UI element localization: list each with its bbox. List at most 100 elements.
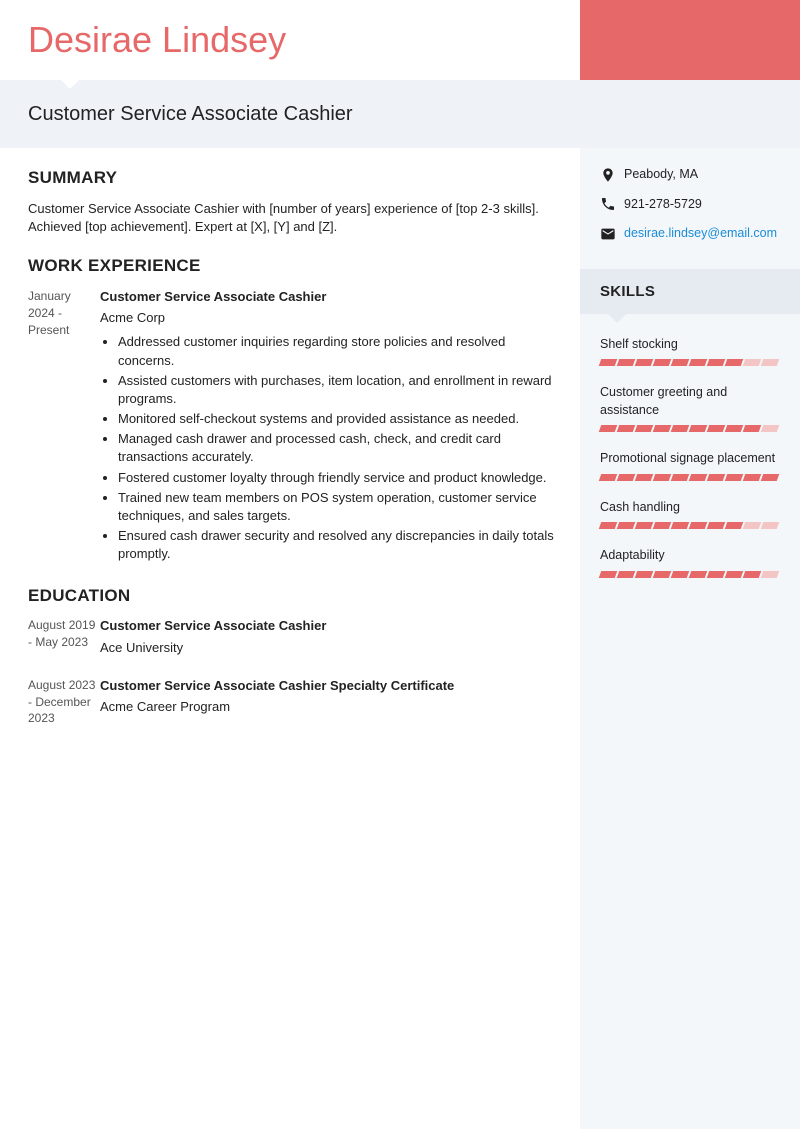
summary-heading: SUMMARY	[28, 166, 562, 190]
education-list: August 2019 - May 2023Customer Service A…	[28, 617, 562, 727]
summary-text: Customer Service Associate Cashier with …	[28, 200, 562, 236]
skill-segment	[725, 474, 744, 481]
work-bullet: Fostered customer loyalty through friend…	[118, 469, 562, 487]
email-row: desirae.lindsey@email.com	[600, 225, 782, 243]
skill-segment	[743, 522, 762, 529]
name-block: Desirae Lindsey	[0, 0, 580, 80]
skill-segment	[707, 474, 726, 481]
skill-segment	[635, 425, 654, 432]
work-entry: January 2024 - PresentCustomer Service A…	[28, 288, 562, 566]
skill-segment	[707, 359, 726, 366]
work-bullet: Assisted customers with purchases, item …	[118, 372, 562, 408]
skill-segment	[725, 425, 744, 432]
skill-segment	[671, 425, 690, 432]
skill-name: Adaptability	[600, 547, 780, 565]
accent-block	[580, 0, 800, 80]
phone-text: 921-278-5729	[624, 196, 702, 214]
skill-segment	[761, 359, 780, 366]
skill-item: Cash handling	[600, 499, 780, 530]
work-bullet: Ensured cash drawer security and resolve…	[118, 527, 562, 563]
skill-name: Promotional signage placement	[600, 450, 780, 468]
skill-segment	[761, 425, 780, 432]
location-icon	[600, 167, 616, 183]
skill-segment	[725, 522, 744, 529]
job-title-bar: Customer Service Associate Cashier	[0, 80, 800, 148]
skill-segment	[617, 425, 636, 432]
work-bullet: Trained new team members on POS system o…	[118, 489, 562, 525]
phone-icon	[600, 196, 616, 212]
skill-segment	[707, 425, 726, 432]
education-org: Acme Career Program	[100, 698, 562, 716]
skill-segment	[617, 522, 636, 529]
skill-segment	[599, 571, 618, 578]
skill-segment	[617, 474, 636, 481]
skill-segment	[743, 425, 762, 432]
full-name: Desirae Lindsey	[28, 15, 580, 65]
skill-name: Shelf stocking	[600, 336, 780, 354]
skill-item: Promotional signage placement	[600, 450, 780, 481]
education-title: Customer Service Associate Cashier Speci…	[100, 677, 562, 695]
skill-bar	[600, 359, 780, 366]
work-bullet: Addressed customer inquiries regarding s…	[118, 333, 562, 369]
skill-item: Adaptability	[600, 547, 780, 578]
skill-segment	[725, 571, 744, 578]
skill-segment	[689, 522, 708, 529]
skill-segment	[617, 571, 636, 578]
skill-segment	[617, 359, 636, 366]
skill-segment	[635, 474, 654, 481]
education-heading: EDUCATION	[28, 584, 562, 608]
location-row: Peabody, MA	[600, 166, 782, 184]
skill-segment	[761, 571, 780, 578]
education-org: Ace University	[100, 639, 562, 657]
skills-list: Shelf stocking Customer greeting and assi…	[580, 314, 800, 1129]
skill-bar	[600, 474, 780, 481]
skill-name: Customer greeting and assistance	[600, 384, 780, 419]
education-date: August 2019 - May 2023	[28, 617, 100, 662]
skill-segment	[653, 522, 672, 529]
skill-bar	[600, 571, 780, 578]
work-title: Customer Service Associate Cashier	[100, 288, 562, 306]
skill-segment	[671, 522, 690, 529]
skill-segment	[707, 522, 726, 529]
skill-segment	[707, 571, 726, 578]
sidebar: Peabody, MA 921-278-5729 desirae.lindsey…	[580, 148, 800, 1129]
skill-segment	[635, 571, 654, 578]
skill-segment	[761, 522, 780, 529]
skill-segment	[653, 359, 672, 366]
skill-segment	[599, 474, 618, 481]
location-text: Peabody, MA	[624, 166, 698, 184]
skill-name: Cash handling	[600, 499, 780, 517]
education-entry: August 2023 - December 2023Customer Serv…	[28, 677, 562, 727]
skill-segment	[635, 522, 654, 529]
work-list: January 2024 - PresentCustomer Service A…	[28, 288, 562, 566]
education-entry: August 2019 - May 2023Customer Service A…	[28, 617, 562, 662]
skill-segment	[599, 522, 618, 529]
education-date: August 2023 - December 2023	[28, 677, 100, 727]
job-title: Customer Service Associate Cashier	[28, 103, 353, 125]
skill-item: Customer greeting and assistance	[600, 384, 780, 432]
email-icon	[600, 226, 616, 242]
phone-row: 921-278-5729	[600, 196, 782, 214]
skill-segment	[653, 571, 672, 578]
work-date: January 2024 - Present	[28, 288, 100, 566]
skill-segment	[635, 359, 654, 366]
contact-block: Peabody, MA 921-278-5729 desirae.lindsey…	[580, 148, 800, 269]
skill-segment	[671, 474, 690, 481]
skill-segment	[725, 359, 744, 366]
skill-bar	[600, 425, 780, 432]
email-link[interactable]: desirae.lindsey@email.com	[624, 225, 777, 243]
skill-segment	[689, 425, 708, 432]
skill-bar	[600, 522, 780, 529]
skill-segment	[653, 425, 672, 432]
work-org: Acme Corp	[100, 309, 562, 327]
main-column: SUMMARY Customer Service Associate Cashi…	[0, 148, 580, 1129]
header: Desirae Lindsey	[0, 0, 800, 80]
skill-segment	[743, 474, 762, 481]
skill-segment	[761, 474, 780, 481]
skill-segment	[689, 571, 708, 578]
skill-segment	[689, 359, 708, 366]
skills-heading: SKILLS	[580, 269, 800, 314]
skill-segment	[689, 474, 708, 481]
skill-segment	[743, 571, 762, 578]
work-bullet: Managed cash drawer and processed cash, …	[118, 430, 562, 466]
